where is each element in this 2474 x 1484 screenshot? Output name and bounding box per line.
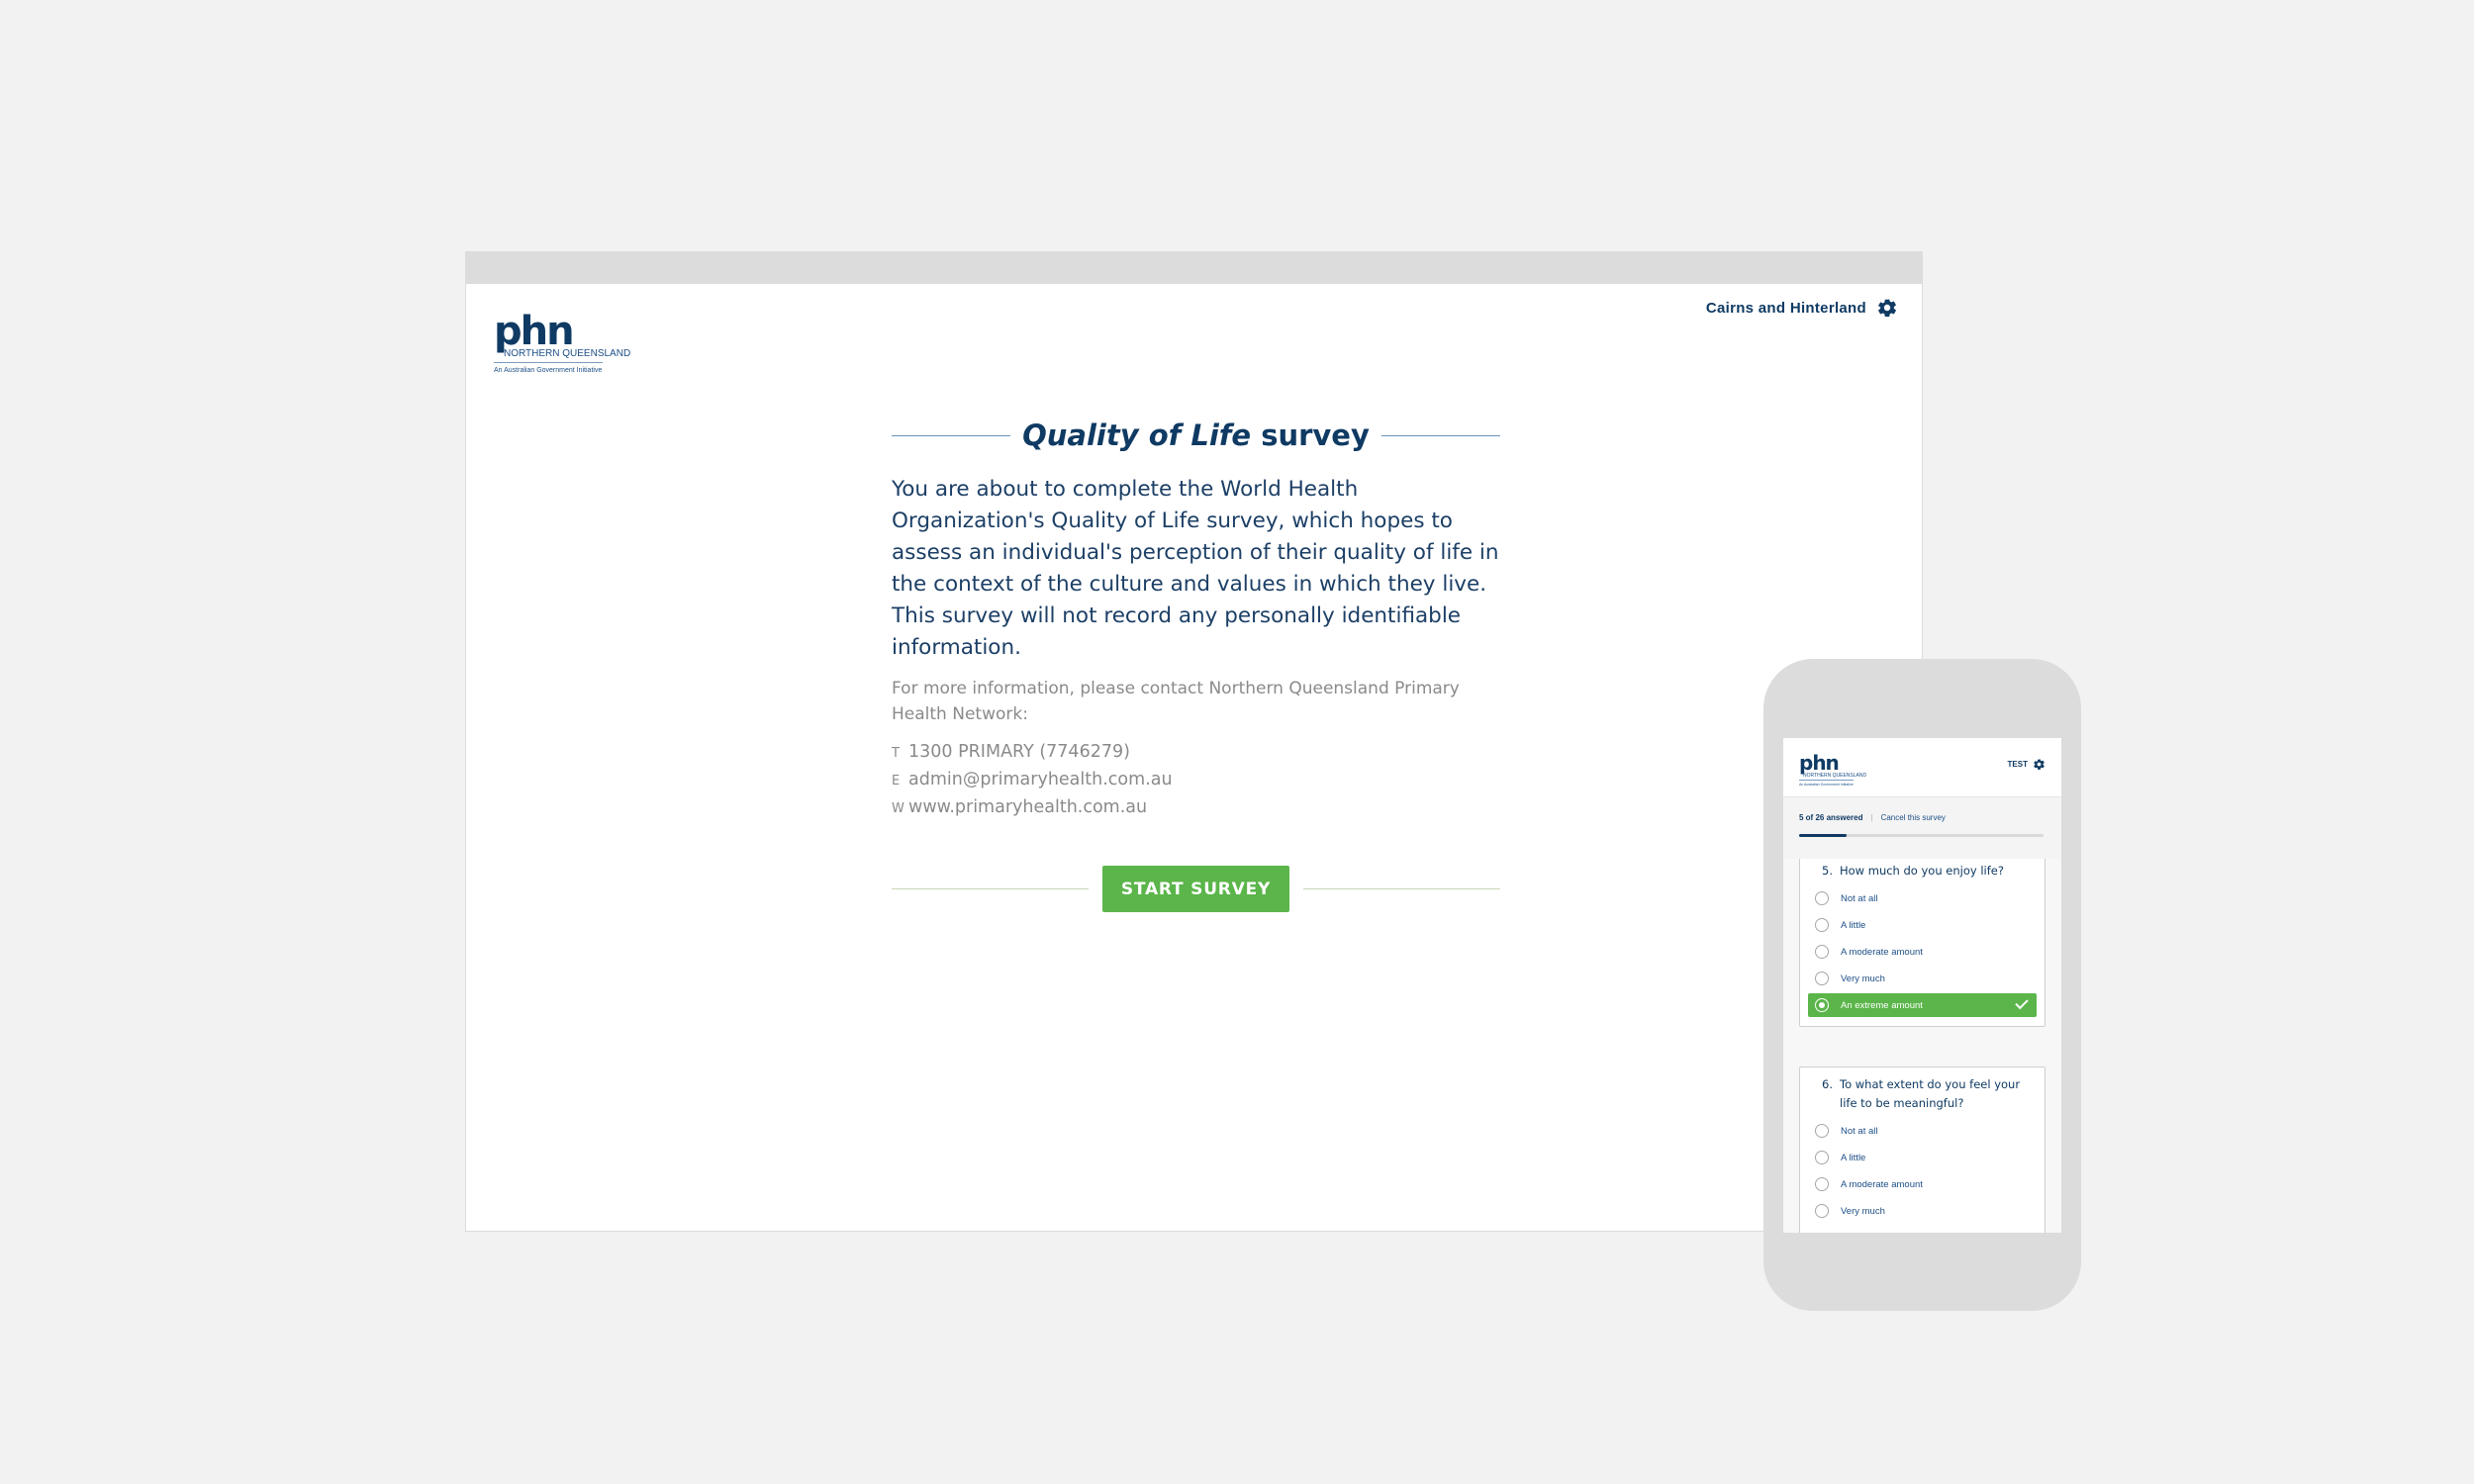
gear-icon[interactable] <box>1876 297 1898 319</box>
question-header: 5. How much do you enjoy life? <box>1808 862 2037 881</box>
survey-progress: 5 of 26 answered | Cancel this survey <box>1783 797 2061 859</box>
title-row: Quality of Life survey <box>892 418 1500 452</box>
mobile-logo-wordmark: phn <box>1799 751 1840 775</box>
option-label: Not at all <box>1841 892 1878 904</box>
progress-bar-fill <box>1799 834 1847 837</box>
cta-row: START SURVEY <box>892 866 1500 912</box>
more-info-text: For more information, please contact Nor… <box>892 679 1460 724</box>
progress-bar <box>1799 834 2044 837</box>
cancel-survey-link[interactable]: Cancel this survey <box>1881 813 1946 822</box>
region-selector[interactable]: Cairns and Hinterland <box>1706 297 1898 319</box>
option-label: Not at all <box>1841 1125 1878 1137</box>
logo-wordmark: phn <box>494 309 575 354</box>
radio-button[interactable] <box>1815 1151 1829 1164</box>
contact-website-value: www.primaryhealth.com.au <box>908 797 1148 817</box>
mobile-header: phn NORTHERN QUEENSLAND An Australian Go… <box>1783 738 2061 797</box>
radio-button[interactable] <box>1815 1124 1829 1138</box>
question-header: 6. To what extent do you feel your life … <box>1808 1075 2037 1113</box>
survey-intro: Quality of Life survey You are about to … <box>892 418 1500 912</box>
start-survey-button[interactable]: START SURVEY <box>1101 866 1290 912</box>
logo-subtitle: NORTHERN QUEENSLAND <box>504 348 631 359</box>
answer-option[interactable]: Not at all <box>1808 1119 2037 1143</box>
radio-button[interactable] <box>1815 1177 1829 1191</box>
mobile-region-label: TEST <box>2007 760 2028 769</box>
phn-logo[interactable]: phn NORTHERN QUEENSLAND An Australian Go… <box>494 309 631 374</box>
option-label: A moderate amount <box>1841 946 1923 958</box>
option-label: A little <box>1841 919 1866 931</box>
question-card-6: 6. To what extent do you feel your life … <box>1799 1067 2046 1233</box>
contact-phone-key: T <box>892 746 900 761</box>
logo-divider <box>494 362 603 363</box>
answer-option[interactable]: A moderate amount <box>1808 1172 2037 1196</box>
radio-button[interactable] <box>1815 891 1829 905</box>
question-card-5: 5. How much do you enjoy life? Not at al… <box>1799 859 2046 1027</box>
question-list: 5. How much do you enjoy life? Not at al… <box>1783 859 2061 1233</box>
progress-separator: | <box>1870 813 1873 822</box>
answer-option-selected[interactable]: An extreme amount <box>1808 993 2037 1017</box>
title-rule-right <box>1380 434 1500 436</box>
answer-option[interactable]: A little <box>1808 1146 2037 1169</box>
check-icon <box>2015 995 2029 1010</box>
cta-rule-left <box>892 888 1089 889</box>
contact-email-value: admin@primaryhealth.com.au <box>908 770 1173 789</box>
answer-option[interactable]: Very much <box>1808 967 2037 990</box>
question-number: 6. <box>1822 1077 1833 1091</box>
radio-button[interactable] <box>1815 998 1829 1012</box>
mobile-logo-subtitle: NORTHERN QUEENSLAND <box>1803 773 1867 779</box>
title-rule-left <box>892 434 1011 436</box>
browser-top-bar <box>466 252 1922 284</box>
radio-button[interactable] <box>1815 972 1829 985</box>
phone-mockup: phn NORTHERN QUEENSLAND An Australian Go… <box>1763 659 2081 1311</box>
contact-phone-value: 1300 PRIMARY (7746279) <box>908 742 1130 762</box>
contact-website-key: W <box>892 801 904 816</box>
contact-email-key: E <box>892 774 901 788</box>
mobile-region-selector[interactable]: TEST <box>2008 758 2046 771</box>
contact-list: T 1300 PRIMARY (7746279) Eadmin@primaryhe… <box>892 739 1500 822</box>
option-label: An extreme amount <box>1841 999 1923 1011</box>
mobile-phn-logo[interactable]: phn NORTHERN QUEENSLAND An Australian Go… <box>1799 753 1866 787</box>
answer-option[interactable]: Not at all <box>1808 886 2037 910</box>
answer-option[interactable]: A moderate amount <box>1808 940 2037 964</box>
cta-rule-right <box>1303 888 1500 889</box>
question-text: How much do you enjoy life? <box>1840 864 2004 878</box>
question-text: To what extent do you feel your life to … <box>1840 1077 2021 1110</box>
phone-screen: phn NORTHERN QUEENSLAND An Australian Go… <box>1783 738 2061 1233</box>
mobile-logo-tagline: An Australian Government Initiative <box>1799 783 1854 787</box>
answer-option[interactable]: A little <box>1808 913 2037 937</box>
logo-tagline: An Australian Government Initiative <box>494 367 603 374</box>
page-title: Quality of Life survey <box>1022 418 1370 452</box>
contact-website[interactable]: Wwww.primaryhealth.com.au <box>892 794 1500 822</box>
option-label: Very much <box>1841 973 1885 984</box>
radio-button[interactable] <box>1815 945 1829 959</box>
title-emphasis: Quality of Life <box>1022 418 1252 452</box>
gear-icon[interactable] <box>2033 758 2046 771</box>
answered-count: 5 of 26 answered <box>1799 813 1863 822</box>
contact-phone[interactable]: T 1300 PRIMARY (7746279) <box>892 739 1500 767</box>
answer-option[interactable]: Very much <box>1808 1199 2037 1223</box>
option-label: Very much <box>1841 1205 1885 1217</box>
radio-button[interactable] <box>1815 1204 1829 1218</box>
contact-email[interactable]: Eadmin@primaryhealth.com.au <box>892 767 1500 794</box>
radio-button[interactable] <box>1815 918 1829 932</box>
option-label: A moderate amount <box>1841 1178 1923 1190</box>
desktop-browser-mockup: phn NORTHERN QUEENSLAND An Australian Go… <box>465 251 1923 1232</box>
survey-description: You are about to complete the World Heal… <box>892 477 1499 660</box>
progress-text: 5 of 26 answered | Cancel this survey <box>1799 813 2046 822</box>
title-rest: survey <box>1261 418 1370 452</box>
region-label: Cairns and Hinterland <box>1705 299 1866 317</box>
mobile-logo-divider <box>1799 780 1854 781</box>
question-number: 5. <box>1822 864 1833 878</box>
option-label: A little <box>1841 1152 1866 1163</box>
